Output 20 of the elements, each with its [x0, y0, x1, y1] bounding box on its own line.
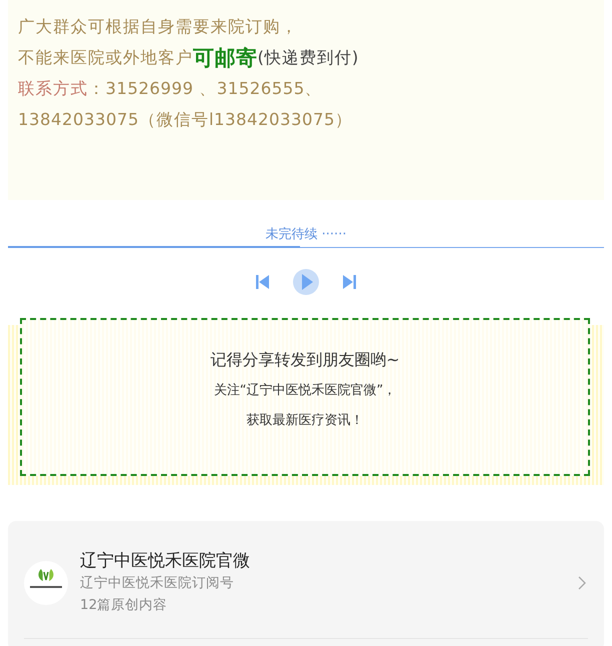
notice-text: 广大群众可根据自身需要来院订购，	[18, 16, 298, 38]
notice-text: 13842033075（微信号l13842033075）	[18, 108, 353, 130]
contact-label: 联系方式	[18, 78, 88, 100]
notice-text: ：31526999 、31526555、	[88, 78, 322, 100]
play-icon[interactable]	[293, 269, 319, 295]
account-type: 辽宁中医悦禾医院订阅号	[80, 574, 235, 592]
share-text: 获取最新医疗资讯！	[246, 412, 364, 430]
highlight-text: 可邮寄	[193, 44, 258, 72]
article-count: 12篇原创内容	[80, 596, 168, 614]
chevron-right-icon	[578, 576, 586, 590]
previous-icon[interactable]	[255, 274, 271, 290]
notice-text: 不能来医院或外地客户	[18, 46, 193, 68]
share-text: 记得分享转发到朋友圈哟~	[210, 349, 400, 371]
account-name: 辽宁中医悦禾医院官微	[80, 550, 251, 572]
account-card[interactable]: 辽宁中医悦禾医院官微 辽宁中医悦禾医院订阅号 12篇原创内容	[8, 521, 604, 646]
note-text: (快递费到付)	[258, 46, 359, 68]
share-text: 关注“辽宁中医悦禾医院官微”，	[214, 382, 396, 400]
next-icon[interactable]	[341, 274, 357, 290]
logo-icon	[24, 561, 68, 605]
continued-text: 未完待续 ······	[264, 226, 348, 244]
